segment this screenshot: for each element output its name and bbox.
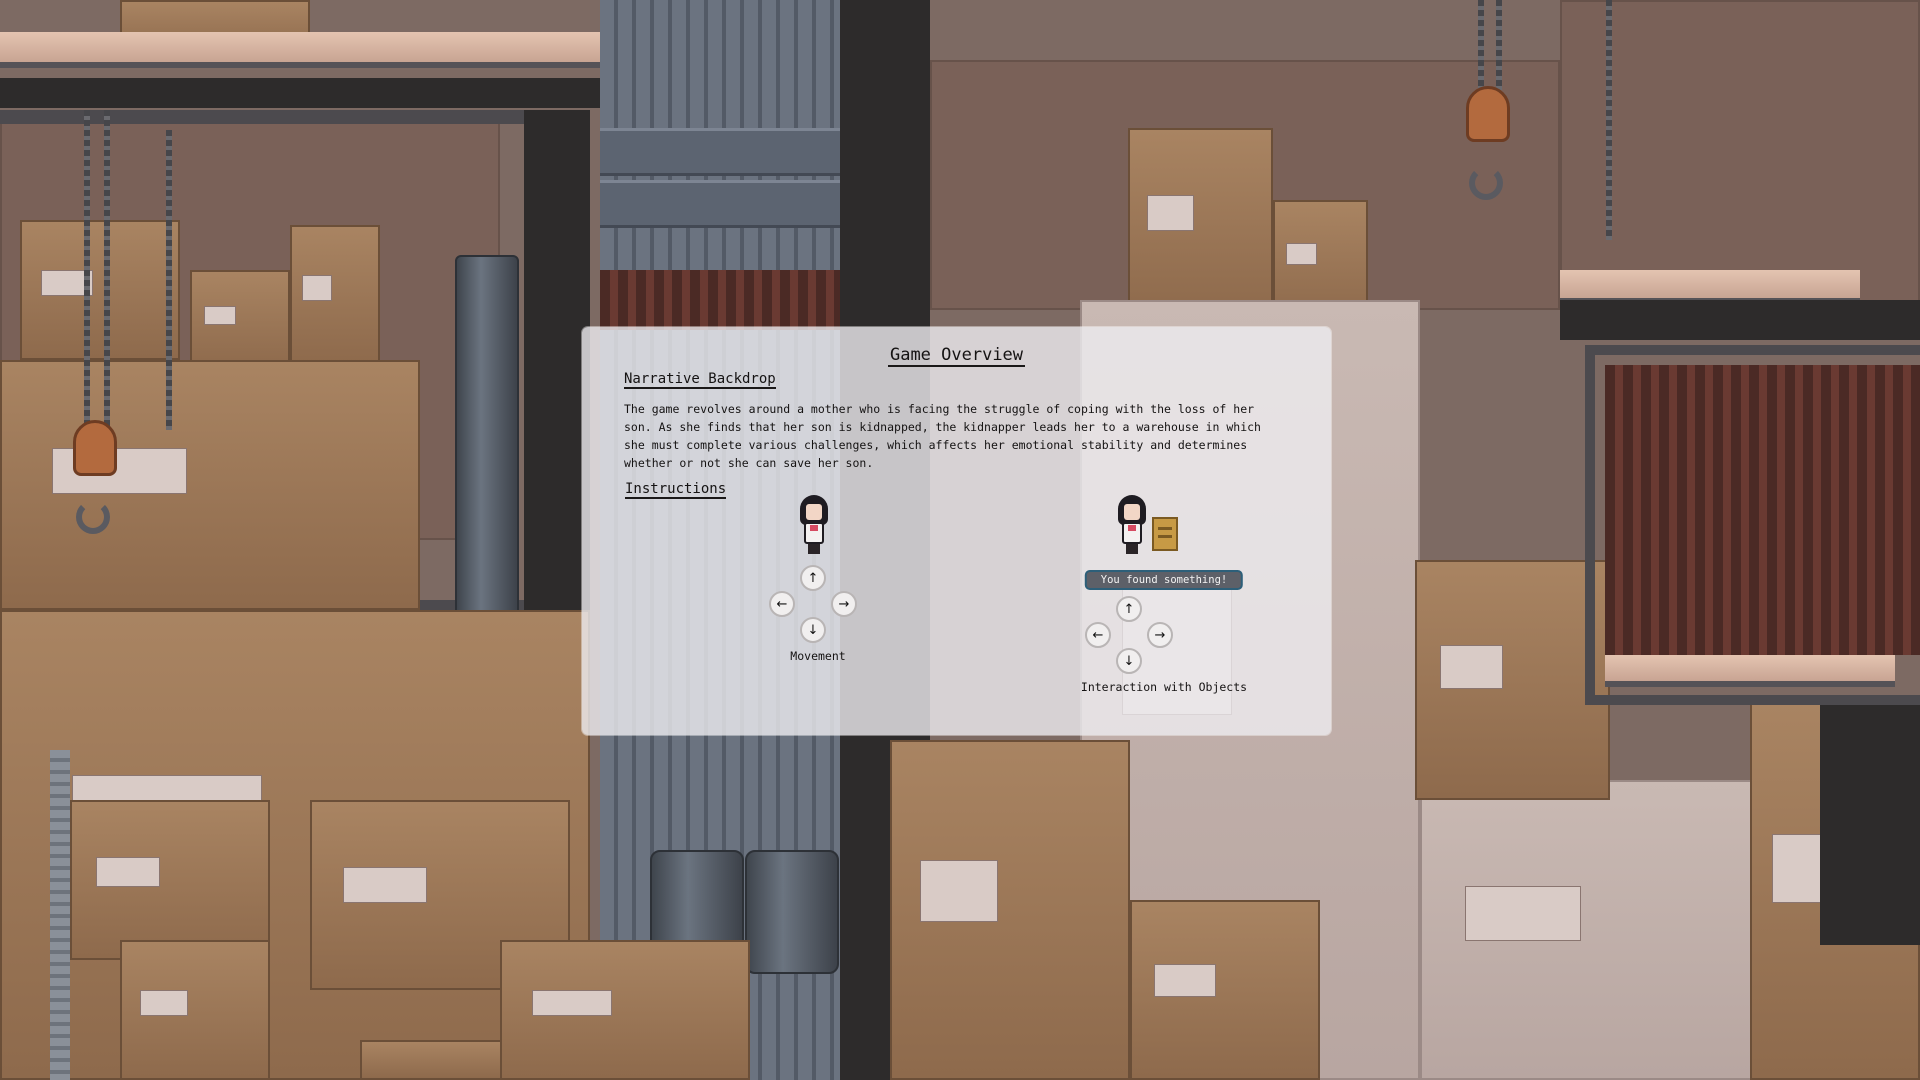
movement-label: Movement	[790, 649, 846, 663]
interaction-label: Interaction with Objects	[1080, 680, 1248, 694]
arrow-up-icon: ↑	[1116, 596, 1142, 622]
instructions-heading: Instructions	[625, 481, 727, 499]
arrow-left-icon: ←	[1085, 622, 1111, 648]
arrow-left-icon: ←	[769, 591, 795, 617]
pulley-icon	[73, 420, 117, 476]
ledge	[1605, 655, 1895, 687]
metal-band	[600, 180, 840, 228]
wall	[1560, 300, 1920, 340]
found-item-toast: You found something!	[1084, 570, 1244, 590]
arrow-down-icon: ↓	[800, 617, 826, 643]
panel-title-text: Game Overview	[887, 345, 1026, 367]
arrow-up-icon: ↑	[800, 565, 826, 591]
curtain	[1605, 365, 1920, 655]
crate	[1128, 128, 1273, 318]
wall	[0, 78, 600, 108]
crate	[120, 940, 270, 1080]
arrow-right-icon: →	[831, 591, 857, 617]
ledge	[1560, 270, 1860, 304]
crate	[20, 220, 180, 360]
metal-band	[600, 128, 840, 176]
chain	[1478, 0, 1484, 90]
chain	[1606, 0, 1612, 240]
narrative-heading-text: Narrative Backdrop	[624, 371, 776, 389]
movement-demo: ↑ ← → ↓ Movement	[752, 495, 952, 725]
arrow-right-icon: →	[1147, 622, 1173, 648]
wall	[1820, 705, 1920, 945]
chain	[104, 110, 110, 430]
pulley-icon	[1466, 86, 1510, 142]
instructions-heading-text: Instructions	[625, 481, 727, 499]
crate-icon	[1152, 517, 1178, 551]
crate	[1130, 900, 1320, 1080]
arrow-down-icon: ↓	[1116, 648, 1142, 674]
game-overview-panel: Game Overview Narrative Backdrop The gam…	[582, 327, 1331, 735]
crate	[70, 800, 270, 960]
crate-stack	[0, 360, 420, 610]
mother-sprite-icon	[798, 495, 830, 555]
narrative-heading: Narrative Backdrop	[624, 371, 776, 389]
crate	[190, 270, 290, 370]
interaction-demo: You found something! ↑ ← → ↓ Interaction…	[1072, 495, 1292, 735]
ledge	[0, 32, 600, 68]
wall	[524, 110, 590, 610]
crate	[1415, 560, 1610, 800]
crane-hook-icon	[76, 500, 110, 534]
crane-hook-icon	[1469, 166, 1503, 200]
barrel	[745, 850, 839, 974]
chain	[1496, 0, 1502, 90]
narrative-text: The game revolves around a mother who is…	[624, 402, 1261, 470]
mother-sprite-icon	[1116, 495, 1148, 555]
crate-stack	[890, 740, 1130, 1080]
crate	[290, 225, 380, 365]
crate-stack	[1420, 780, 1780, 1080]
crate	[500, 940, 750, 1080]
chain	[166, 130, 172, 430]
chain	[84, 110, 90, 430]
panel-title: Game Overview	[582, 345, 1331, 367]
shelf-post	[50, 750, 70, 1080]
curtain	[600, 270, 840, 330]
